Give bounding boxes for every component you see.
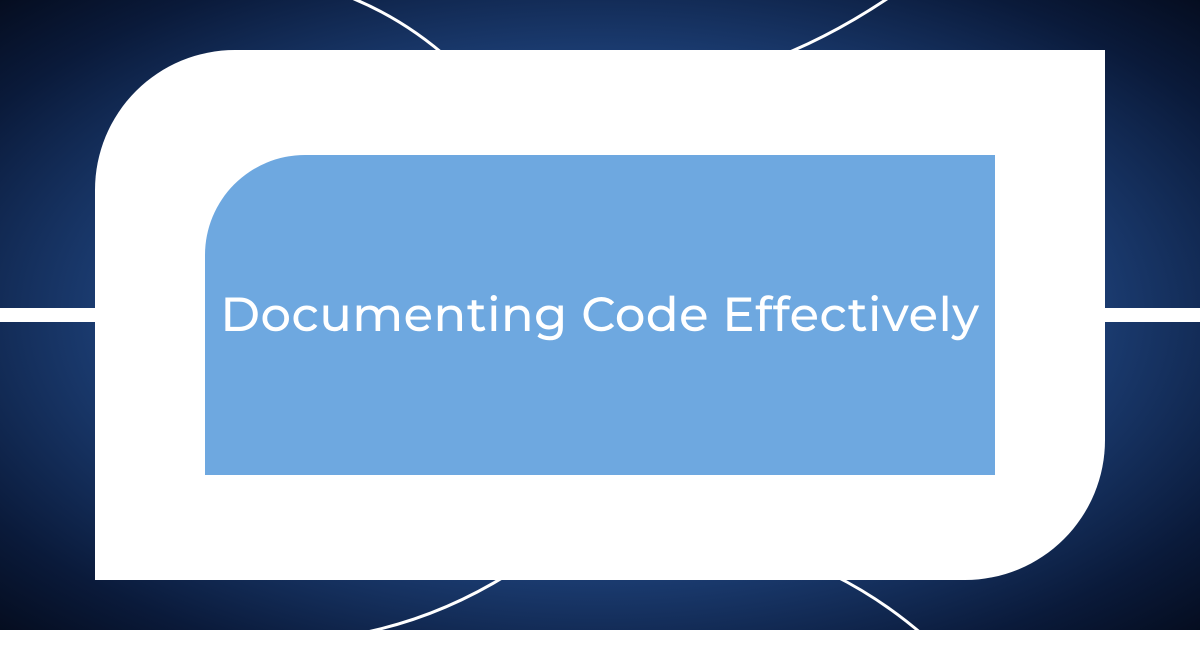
page-title: Documenting Code Effectively (220, 286, 979, 344)
title-panel: Documenting Code Effectively (205, 155, 995, 475)
outer-frame: Documenting Code Effectively (95, 50, 1105, 580)
